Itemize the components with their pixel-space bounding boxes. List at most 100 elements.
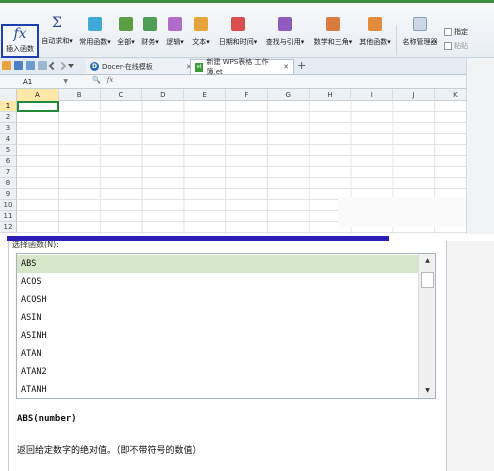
paste-name-button[interactable]: 粘贴	[444, 41, 468, 51]
list-scrollbar[interactable]: ▲ ▼	[418, 254, 435, 398]
ribbon-toolbar: fx 插入函数 Σ 自动求和▾ 常用函数▾ 全部▾ 财务▾ 逻辑▾ 文本▾ 日期…	[0, 0, 494, 58]
scroll-thumb[interactable]	[421, 272, 434, 288]
row-header[interactable]: 4	[0, 134, 17, 145]
print-icon[interactable]	[26, 61, 35, 70]
column-header[interactable]: H	[310, 89, 352, 101]
lookup-label: 查找与引用▾	[265, 38, 305, 46]
select-all-corner[interactable]	[0, 89, 17, 101]
function-list-item[interactable]: ATAN	[17, 345, 418, 363]
financial-label: 财务▾	[141, 38, 159, 46]
name-box[interactable]: A1 ▼	[14, 76, 70, 88]
name-manager-button[interactable]: 名称管理器	[400, 11, 440, 55]
tab-workbook-label: 新建 WPS表格 工作簿.et	[206, 58, 269, 76]
all-functions-icon	[119, 17, 133, 31]
zoom-icon[interactable]: 🔍	[92, 76, 101, 84]
qat-dropdown-icon[interactable]	[68, 63, 74, 68]
tab-docer[interactable]: D Docer-在线模板 ✕	[86, 59, 196, 74]
close-icon[interactable]: ✕	[283, 63, 289, 71]
chevron-down-icon[interactable]: ▼	[63, 76, 68, 88]
undo-icon[interactable]	[48, 61, 58, 70]
function-syntax: ABS(number)	[17, 414, 77, 424]
other-functions-icon	[368, 17, 382, 31]
fx-icon: fx	[13, 26, 27, 42]
folder-icon[interactable]	[2, 61, 11, 70]
row-header[interactable]: 9	[0, 189, 17, 200]
column-header[interactable]: C	[101, 89, 143, 101]
row-header[interactable]: 1	[0, 101, 17, 112]
name-manager-label: 名称管理器	[402, 38, 438, 46]
calendar-icon	[231, 17, 245, 31]
row-header[interactable]: 11	[0, 211, 17, 222]
row-header[interactable]: 8	[0, 178, 17, 189]
function-list-item[interactable]: ATAN2	[17, 363, 418, 381]
insert-function-icon[interactable]: fx	[107, 76, 114, 84]
insert-function-button[interactable]: fx 插入函数	[1, 24, 39, 58]
tab-workbook[interactable]: et 新建 WPS表格 工作簿.et ✕	[190, 58, 294, 76]
text-functions-button[interactable]: 文本▾	[190, 11, 212, 55]
select-function-label: 选择函数(N):	[12, 241, 59, 248]
datetime-button[interactable]: 日期和时间▾	[218, 11, 258, 55]
column-header[interactable]: I	[351, 89, 394, 101]
column-headers: ABCDEFGHIJK	[0, 89, 477, 101]
function-list[interactable]: ▲ ▼ ABS ACOS ACOSH ASIN ASINH ATAN ATAN2 ATANH	[16, 253, 436, 399]
scroll-down-icon[interactable]: ▼	[419, 384, 435, 398]
datetime-label: 日期和时间▾	[218, 38, 258, 46]
spreadsheet-file-icon: et	[195, 62, 204, 72]
sigma-icon: Σ	[52, 15, 62, 31]
common-functions-button[interactable]: 常用函数▾	[76, 11, 114, 55]
function-list-item[interactable]: ASINH	[17, 327, 418, 345]
docer-logo-icon: D	[90, 62, 99, 71]
function-list-item[interactable]: ABS	[17, 255, 418, 273]
blurred-overlay	[338, 197, 466, 227]
other-functions-label: 其他函数▾	[359, 38, 391, 46]
logical-label: 逻辑▾	[166, 38, 184, 46]
lookup-icon	[278, 17, 292, 31]
paste-icon	[444, 42, 452, 50]
all-functions-label: 全部▾	[117, 38, 135, 46]
column-header[interactable]: G	[268, 89, 310, 101]
right-sidebar	[466, 58, 494, 234]
function-list-item[interactable]: ACOS	[17, 273, 418, 291]
lookup-button[interactable]: 查找与引用▾	[263, 11, 307, 55]
row-header[interactable]: 12	[0, 222, 17, 233]
redo-icon[interactable]	[57, 61, 67, 70]
scroll-up-icon[interactable]: ▲	[419, 254, 435, 268]
column-header[interactable]: E	[184, 89, 226, 101]
common-functions-icon	[88, 17, 102, 31]
function-list-item[interactable]: ACOSH	[17, 291, 418, 309]
column-header[interactable]: A	[17, 89, 59, 101]
column-header[interactable]: B	[59, 89, 101, 101]
financial-icon	[143, 17, 157, 31]
row-header[interactable]: 10	[0, 200, 17, 211]
other-functions-button[interactable]: 其他函数▾	[357, 11, 393, 55]
math-trig-icon	[326, 17, 340, 31]
row-header[interactable]: 5	[0, 145, 17, 156]
ribbon-separator	[396, 25, 397, 55]
active-cell[interactable]	[17, 101, 59, 112]
logical-button[interactable]: 逻辑▾	[164, 11, 186, 55]
save-icon[interactable]	[14, 61, 23, 70]
autosum-button[interactable]: Σ 自动求和▾	[40, 11, 74, 55]
spreadsheet-grid[interactable]: ABCDEFGHIJK 1 2 3 4 5 6 7 8 9 10 11 12	[0, 89, 477, 234]
tab-bar: D Docer-在线模板 ✕ et 新建 WPS表格 工作簿.et ✕ +	[0, 58, 494, 76]
text-functions-icon	[194, 17, 208, 31]
row-header[interactable]: 2	[0, 112, 17, 123]
all-functions-button[interactable]: 全部▾	[115, 11, 137, 55]
function-list-item[interactable]: ASIN	[17, 309, 418, 327]
common-functions-label: 常用函数▾	[79, 38, 111, 46]
define-name-button[interactable]: 指定	[444, 27, 468, 37]
row-header[interactable]: 7	[0, 167, 17, 178]
function-list-item[interactable]: ATANH	[17, 381, 418, 398]
new-tab-icon[interactable]: +	[297, 59, 306, 72]
column-header[interactable]: D	[142, 89, 185, 101]
paste-label: 粘贴	[454, 42, 468, 50]
row-headers: 1 2 3 4 5 6 7 8 9 10 11 12	[0, 101, 17, 233]
preview-icon[interactable]	[38, 61, 47, 70]
define-name-icon	[444, 28, 452, 36]
financial-button[interactable]: 财务▾	[139, 11, 161, 55]
row-header[interactable]: 6	[0, 156, 17, 167]
math-trig-button[interactable]: 数学和三角▾	[310, 11, 356, 55]
row-header[interactable]: 3	[0, 123, 17, 134]
column-header[interactable]: J	[393, 89, 435, 101]
column-header[interactable]: F	[226, 89, 268, 101]
